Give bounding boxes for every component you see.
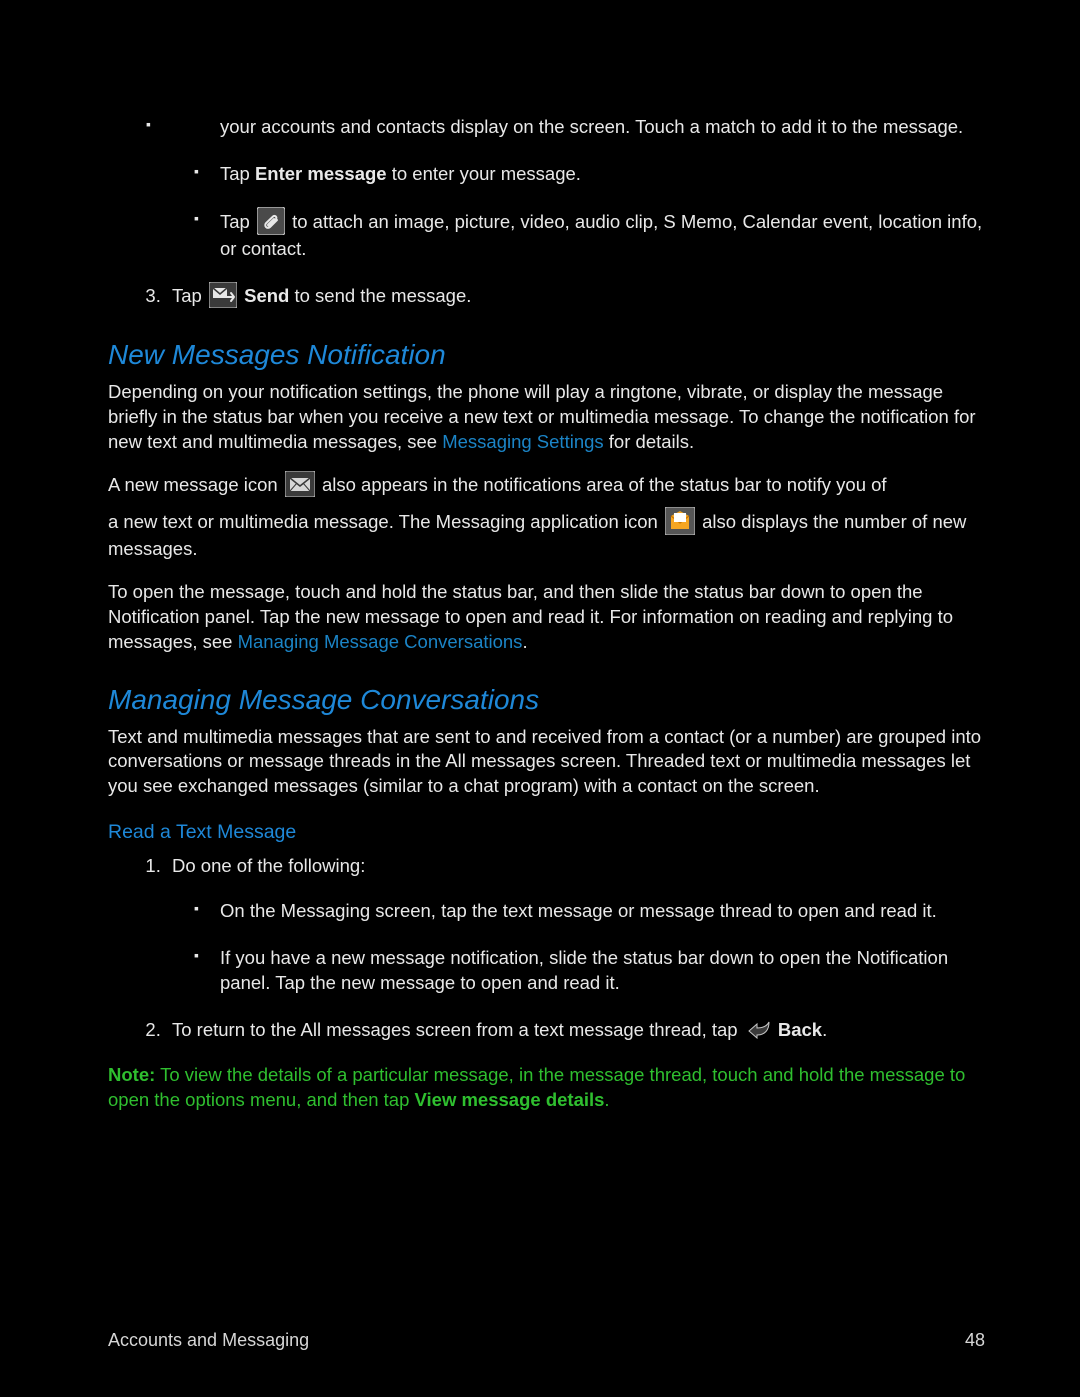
text-bold: View message details <box>415 1089 605 1110</box>
text: to send the message. <box>289 285 471 306</box>
messaging-app-icon <box>665 507 695 535</box>
text: a new text or multimedia message. The Me… <box>108 511 663 532</box>
send-icon <box>209 282 237 308</box>
note-label: Note: <box>108 1064 155 1085</box>
text: for details. <box>604 431 695 452</box>
page-number: 48 <box>965 1328 985 1352</box>
paragraph: a new text or multimedia message. The Me… <box>108 509 986 562</box>
back-icon <box>745 1019 771 1039</box>
list-item: Tap Send to send the message. <box>166 284 986 310</box>
list-item: If you have a new message notification, … <box>214 946 986 996</box>
text: to attach an image, picture, video, audi… <box>220 211 982 259</box>
message-envelope-icon <box>285 471 315 497</box>
list-item: On the Messaging screen, tap the text me… <box>214 899 986 924</box>
text: Tap <box>172 285 207 306</box>
paragraph: your accounts and contacts display on th… <box>172 115 986 140</box>
list-item: To return to the All messages screen fro… <box>166 1018 986 1043</box>
document-page: your accounts and contacts display on th… <box>0 0 1080 1397</box>
text: . <box>822 1019 827 1040</box>
list-item: Tap to attach an image, picture, video, … <box>214 209 986 262</box>
text: to enter your message. <box>387 163 581 184</box>
text: A new message icon <box>108 474 283 495</box>
text-bold: Send <box>239 285 289 306</box>
heading-managing-conversations: Managing Message Conversations <box>108 681 986 719</box>
attachment-icon <box>257 207 285 235</box>
text: . <box>604 1089 609 1110</box>
footer-section: Accounts and Messaging <box>108 1330 309 1350</box>
heading-new-messages: New Messages Notification <box>108 336 986 374</box>
list-item: Tap Enter message to enter your message. <box>214 162 986 187</box>
text: also appears in the notifications area o… <box>322 474 887 495</box>
note: Note: To view the details of a particula… <box>108 1063 986 1113</box>
text-bold: Enter message <box>255 163 387 184</box>
subheading-read-text: Read a Text Message <box>108 819 986 845</box>
text: Tap <box>220 211 255 232</box>
paragraph: To open the message, touch and hold the … <box>108 580 986 655</box>
link-messaging-settings[interactable]: Messaging Settings <box>442 431 603 452</box>
text: To return to the All messages screen fro… <box>172 1019 743 1040</box>
body-text: your accounts and contacts display on th… <box>108 115 986 140</box>
text: To open the message, touch and hold the … <box>108 581 953 652</box>
link-managing-conversations[interactable]: Managing Message Conversations <box>238 631 523 652</box>
list-item: Do one of the following: On the Messagin… <box>166 854 986 996</box>
text: Tap <box>220 163 255 184</box>
paragraph: A new message icon also appears in the n… <box>108 473 986 499</box>
text: . <box>522 631 527 652</box>
paragraph: Text and multimedia messages that are se… <box>108 725 986 800</box>
paragraph: Depending on your notification settings,… <box>108 380 986 455</box>
text-bold: Back <box>773 1019 822 1040</box>
page-footer: Accounts and Messaging 48 <box>108 1328 985 1352</box>
text: Do one of the following: <box>172 855 365 876</box>
